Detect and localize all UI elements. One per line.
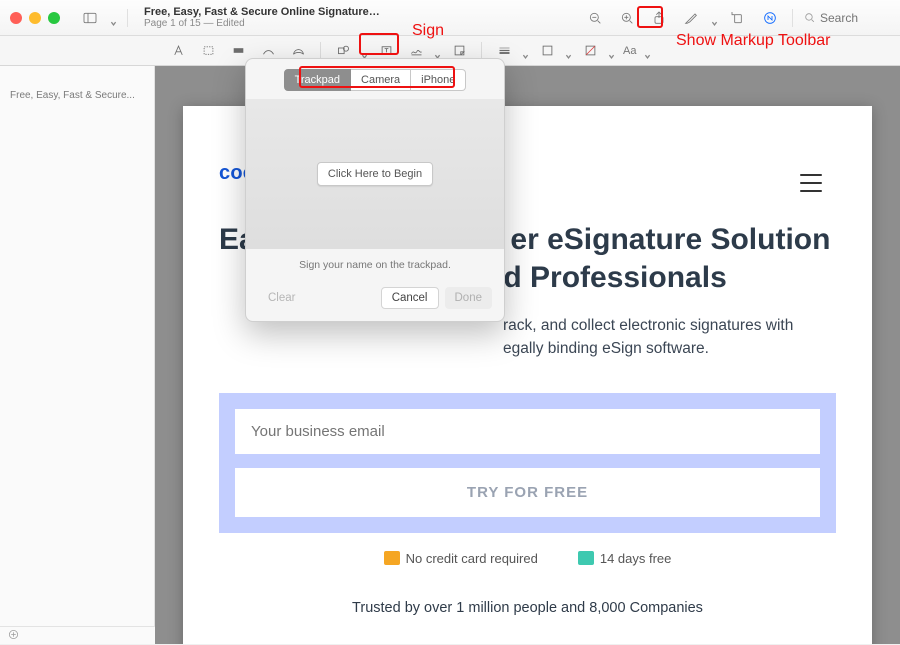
rect-selection-tool[interactable] (196, 40, 220, 62)
text-selection-tool[interactable] (166, 40, 190, 62)
cta-block: TRY FOR FREE (219, 393, 836, 533)
traffic-lights (10, 12, 60, 24)
done-button[interactable]: Done (445, 287, 493, 309)
search-field[interactable] (803, 11, 890, 25)
zoom-in-button[interactable] (615, 6, 639, 30)
show-markup-toolbar-button[interactable] (758, 6, 782, 30)
redact-tool[interactable] (226, 40, 250, 62)
titlebar: Free, Easy, Fast & Secure Online Signatu… (0, 0, 900, 36)
stroke-color-tool[interactable] (535, 40, 559, 62)
text-style-caret[interactable] (644, 47, 651, 54)
document-subtitle: Page 1 of 15 — Edited (144, 18, 384, 29)
fill-color-tool[interactable] (578, 40, 602, 62)
hero-line1-right: er eSignature Solution (510, 223, 830, 256)
share-button[interactable] (647, 6, 671, 30)
fill-color-caret[interactable] (608, 47, 615, 54)
status-bar (0, 626, 155, 644)
fullscreen-window-button[interactable] (48, 12, 60, 24)
signature-source-tabs: Trackpad Camera iPhone (246, 59, 504, 99)
document-title-block: Free, Easy, Fast & Secure Online Signatu… (144, 6, 384, 29)
hero-line2-right: d Professionals (503, 261, 726, 294)
search-icon (803, 11, 816, 24)
highlight-dropdown-caret[interactable] (711, 14, 718, 21)
email-input[interactable] (235, 409, 820, 454)
zoom-out-button[interactable] (583, 6, 607, 30)
badge-trial: 14 days free (578, 551, 672, 566)
document-title: Free, Easy, Fast & Secure Online Signatu… (144, 6, 384, 18)
signature-canvas[interactable]: Click Here to Begin (246, 99, 504, 249)
search-input[interactable] (820, 11, 890, 25)
thumbnail-label: Free, Easy, Fast & Secure... (10, 90, 140, 101)
cancel-button[interactable]: Cancel (381, 287, 439, 309)
rotate-button[interactable] (726, 6, 750, 30)
shapes-dropdown-caret[interactable] (361, 47, 368, 54)
try-for-free-button[interactable]: TRY FOR FREE (235, 468, 820, 517)
tab-trackpad[interactable]: Trackpad (284, 69, 351, 91)
hamburger-icon (800, 174, 822, 192)
sidebar-toggle-button[interactable] (78, 6, 102, 30)
signature-actions: Clear Cancel Done (246, 279, 504, 321)
sign-dropdown-caret[interactable] (434, 47, 441, 54)
calendar-icon (578, 551, 594, 565)
minimize-window-button[interactable] (29, 12, 41, 24)
tab-iphone[interactable]: iPhone (411, 69, 466, 91)
tab-camera[interactable]: Camera (351, 69, 411, 91)
signature-hint: Sign your name on the trackpad. (246, 249, 504, 279)
text-style-tool[interactable]: Aa (621, 45, 638, 57)
highlight-button[interactable] (679, 6, 703, 30)
border-dropdown-caret[interactable] (522, 47, 529, 54)
card-icon (384, 551, 400, 565)
close-window-button[interactable] (10, 12, 22, 24)
thumbnail-sidebar[interactable]: Free, Easy, Fast & Secure... (0, 66, 155, 644)
clear-button[interactable]: Clear (258, 287, 305, 309)
signature-popover: Trackpad Camera iPhone Click Here to Beg… (245, 58, 505, 322)
trusted-line: Trusted by over 1 million people and 8,0… (219, 600, 836, 616)
sidebar-dropdown-caret[interactable] (110, 14, 117, 21)
add-page-button[interactable] (8, 627, 19, 645)
cta-badges: No credit card required 14 days free (219, 551, 836, 566)
click-to-begin-button[interactable]: Click Here to Begin (317, 162, 433, 186)
stroke-color-caret[interactable] (565, 47, 572, 54)
badge-no-card: No credit card required (384, 551, 538, 566)
